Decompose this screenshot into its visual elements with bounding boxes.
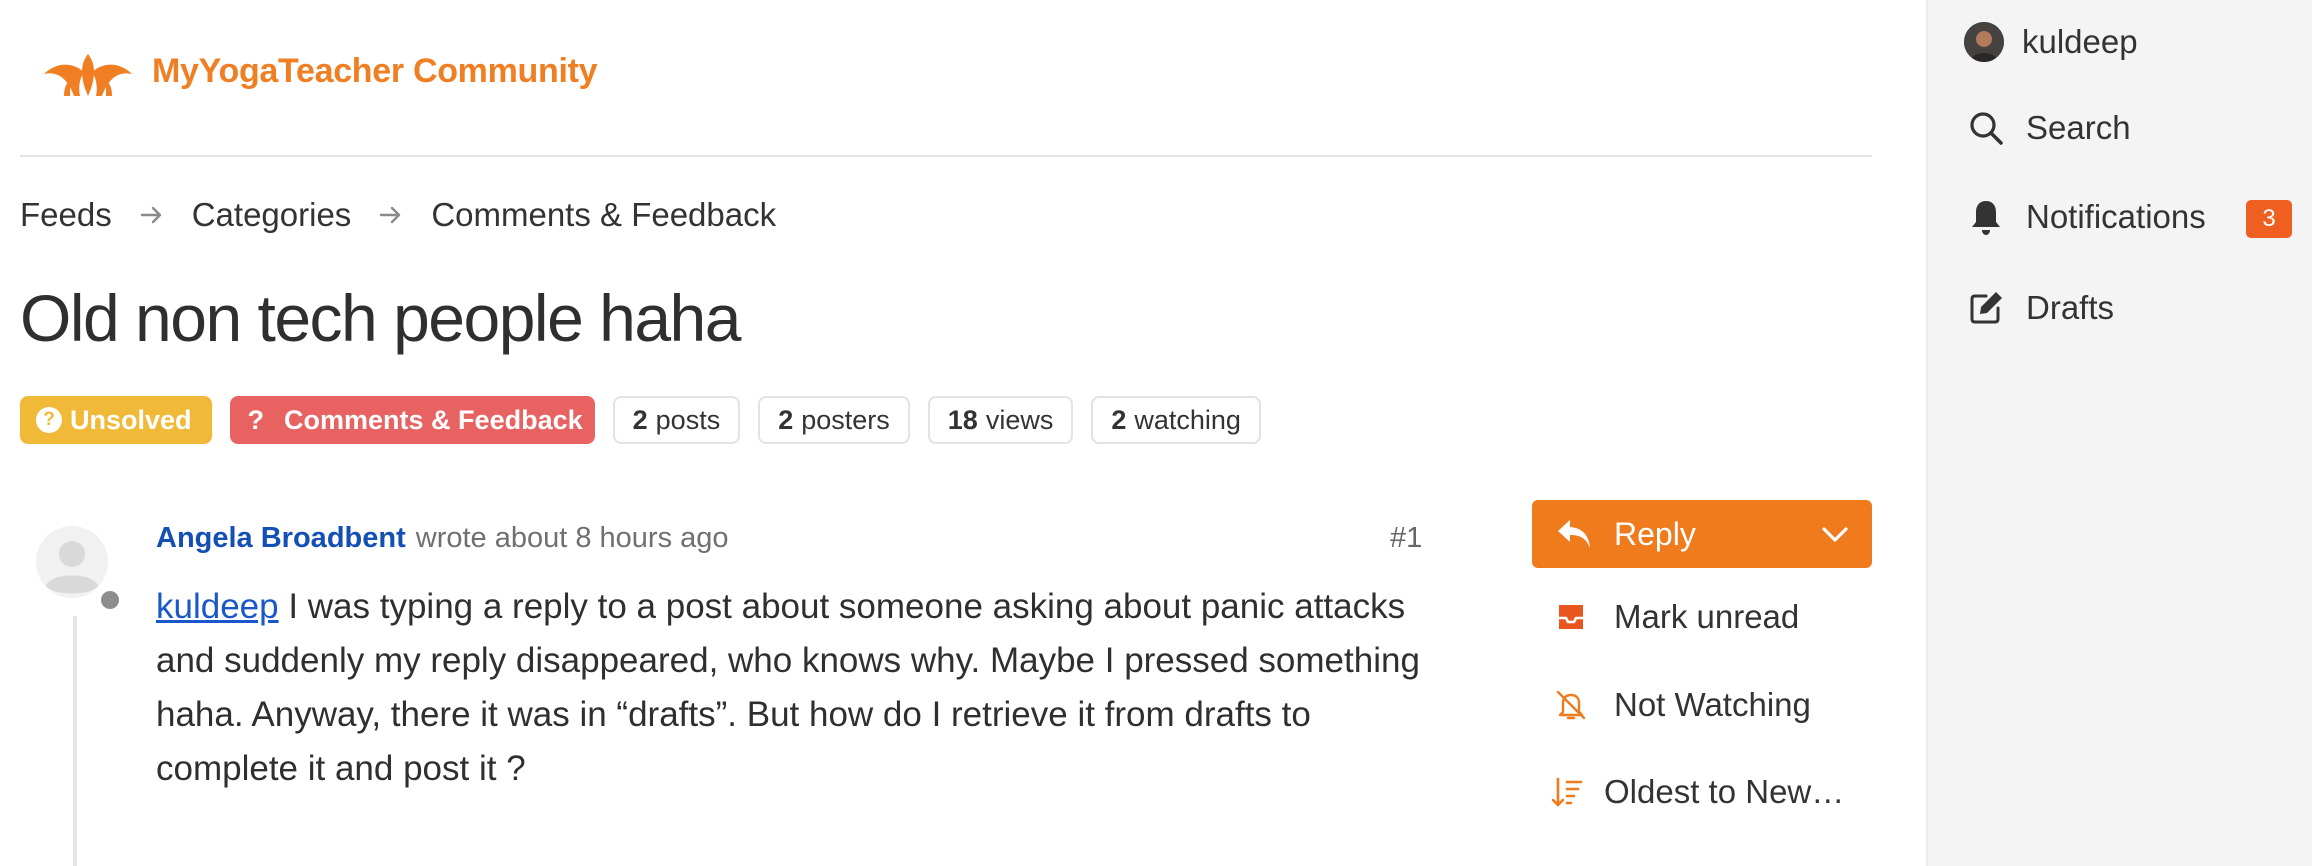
post-timestamp: wrote about 8 hours ago — [415, 522, 729, 554]
sidebar-item-label: Drafts — [2026, 289, 2115, 326]
sort-ascending-icon — [1550, 775, 1584, 809]
breadcrumb-categories[interactable]: Categories — [192, 196, 352, 234]
avatar[interactable] — [32, 526, 120, 616]
posts-count: 2 posts — [612, 396, 741, 444]
bell-off-icon — [1554, 688, 1588, 722]
username: kuldeep — [2022, 23, 2138, 60]
user-avatar — [1964, 22, 2004, 62]
sort-order-label: Oldest to New… — [1604, 773, 1845, 810]
author-name[interactable]: Angela Broadbent — [156, 522, 406, 555]
post-text: I was typing a reply to a post about som… — [156, 587, 1420, 788]
sidebar-item-search[interactable]: Search — [1966, 108, 2131, 148]
post-number[interactable]: #1 — [1390, 522, 1422, 555]
stat-count: 18 — [947, 404, 978, 435]
sidebar-item-notifications[interactable]: Notifications — [1966, 197, 2206, 237]
stat-count: 2 — [632, 404, 648, 435]
topic-meta-row: ? Unsolved ? Comments & Feedback 2 posts… — [20, 396, 1261, 444]
views-count: 18 views — [927, 396, 1074, 444]
bell-icon — [1966, 197, 2006, 237]
reply-label: Reply — [1614, 515, 1696, 552]
stat-label: posters — [801, 404, 890, 435]
sort-order-button[interactable]: Oldest to New… — [1550, 773, 1844, 811]
posters-count: 2 posters — [758, 396, 910, 444]
watching-count[interactable]: 2 watching — [1091, 396, 1261, 444]
mark-unread-button[interactable]: Mark unread — [1554, 598, 1799, 636]
post-body: kuldeep I was typing a reply to a post a… — [156, 580, 1436, 796]
watching-label: Not Watching — [1614, 686, 1811, 723]
notification-count-badge: 3 — [2246, 200, 2292, 238]
question-circle-icon: ? — [36, 407, 62, 433]
status-label: Unsolved — [70, 404, 192, 435]
watching-toggle[interactable]: Not Watching — [1554, 686, 1811, 724]
right-sidebar: kuldeep Search Notifications 3 Drafts — [1926, 0, 2312, 866]
reply-button[interactable]: Reply — [1532, 500, 1872, 568]
site-header: MyYogaTeacher Community — [20, 0, 1872, 157]
page-title: Old non tech people haha — [20, 281, 741, 355]
edit-icon — [1966, 288, 2006, 328]
sidebar-item-label: Notifications — [2026, 198, 2206, 235]
stat-label: views — [985, 404, 1054, 435]
category-badge[interactable]: ? Comments & Feedback — [229, 396, 595, 444]
breadcrumb-feeds[interactable]: Feeds — [20, 196, 112, 234]
mark-unread-label: Mark unread — [1614, 598, 1800, 635]
stat-label: posts — [655, 404, 721, 435]
inbox-icon — [1554, 600, 1588, 634]
breadcrumb: Feeds Categories Comments & Feedback — [20, 196, 776, 234]
category-label: Comments & Feedback — [284, 404, 583, 435]
breadcrumb-comments-feedback[interactable]: Comments & Feedback — [431, 196, 776, 234]
arrow-right-icon — [377, 201, 405, 229]
user-profile-link[interactable]: kuldeep — [1964, 22, 2138, 62]
stat-label: watching — [1134, 404, 1241, 435]
post-header: Angela Broadbent wrote about 8 hours ago — [156, 522, 729, 555]
arrow-right-icon — [138, 201, 166, 229]
stat-count: 2 — [1111, 404, 1127, 435]
reply-arrow-icon — [1556, 518, 1592, 550]
search-icon — [1966, 108, 2006, 148]
sidebar-item-label: Search — [2026, 109, 2131, 146]
status-badge[interactable]: ? Unsolved — [20, 396, 212, 444]
user-mention-link[interactable]: kuldeep — [156, 587, 279, 626]
stat-count: 2 — [778, 404, 794, 435]
sidebar-item-drafts[interactable]: Drafts — [1966, 288, 2114, 328]
chevron-down-icon[interactable] — [1820, 522, 1850, 548]
lotus-logo-icon[interactable] — [40, 50, 136, 100]
question-mark-icon: ? — [247, 404, 265, 435]
brand-name[interactable]: MyYogaTeacher Community — [152, 52, 598, 91]
post-timeline — [73, 616, 77, 866]
